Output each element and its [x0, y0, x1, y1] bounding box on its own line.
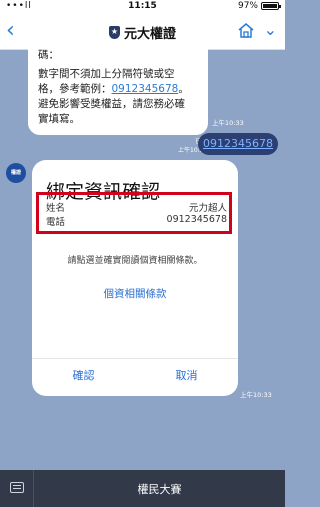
info-highlight-box: 姓名 元力超人 電話 0912345678 [36, 192, 232, 234]
terms-prompt: 請點選並確實閱讀個資相關條款。 [67, 256, 203, 266]
cancel-button[interactable]: 取消 [135, 367, 238, 383]
home-icon[interactable] [237, 21, 255, 39]
name-value: 元力超人 [188, 203, 227, 214]
phone-label: 電話 [46, 217, 66, 228]
message-line: 避免影響受獎權益，請您務必確 [38, 98, 185, 110]
message-text: 。 [178, 83, 189, 95]
phone-example-link[interactable]: 0912345678 [112, 83, 179, 95]
phone-row: 電話 0912345678 [46, 214, 227, 228]
battery-area: 97% [237, 1, 281, 11]
keyboard-toggle[interactable] [0, 470, 34, 507]
message-line: 碼： [38, 49, 59, 61]
terms-link[interactable]: 個資相關條款 [32, 286, 238, 301]
divider [32, 358, 238, 359]
battery-percent: 97% [237, 1, 258, 11]
keyboard-icon [10, 482, 24, 493]
message-line: 數字間不須加上分隔符號或空 [38, 68, 175, 80]
user-message-bubble[interactable]: 0912345678 [198, 133, 278, 155]
name-row: 姓名 元力超人 [46, 200, 227, 214]
card-time: 上午10:33 [240, 391, 272, 399]
bot-message-bubble: 碼： 數字間不須加上分隔符號或空 格，參考範例：0912345678。 避免影響… [28, 40, 208, 135]
message-line: 格，參考範例：0912345678。 [38, 82, 198, 97]
rich-menu-label[interactable]: 權民大賽 [34, 481, 285, 497]
message-line: 實填寫。 [38, 113, 80, 125]
message-text: 格，參考範例： [38, 83, 112, 95]
battery-icon [261, 2, 281, 10]
name-label: 姓名 [46, 203, 66, 214]
status-bar: •••ll 11:15 97% [0, 0, 285, 14]
bottom-bar: 權民大賽 [0, 470, 285, 507]
avatar[interactable]: 權證 [6, 163, 26, 183]
confirm-button[interactable]: 確認 [32, 367, 135, 383]
message-time: 上午10:33 [212, 119, 244, 127]
phone-value: 0912345678 [166, 214, 227, 225]
confirm-card: 綁定資訊確認 姓名 元力超人 電話 0912345678 請點選並確實閱讀個資相… [32, 160, 238, 396]
shield-icon: ★ [108, 26, 120, 39]
chevron-down-icon[interactable]: ⌄ [264, 20, 277, 39]
